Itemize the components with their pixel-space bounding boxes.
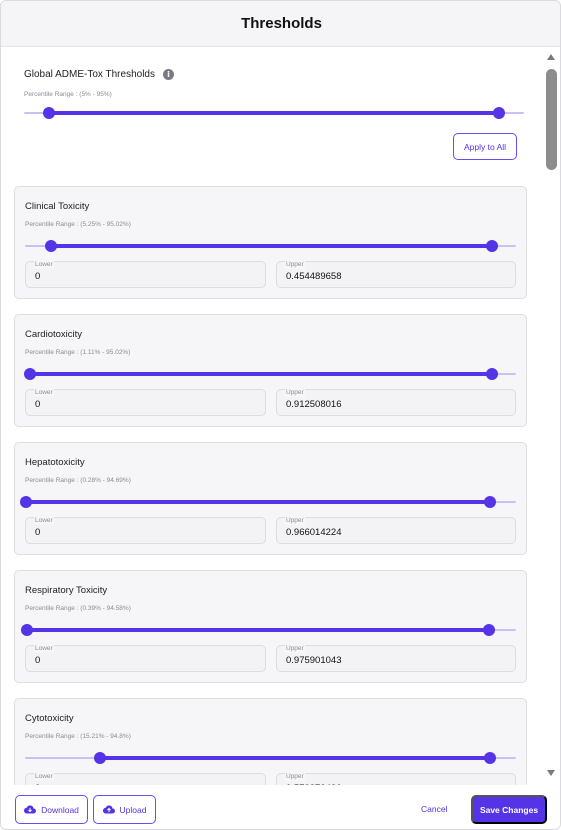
upper-field-label: Upper xyxy=(285,645,305,653)
save-changes-button[interactable]: Save Changes xyxy=(471,795,547,824)
info-icon[interactable]: i xyxy=(162,69,174,80)
slider-upper-thumb[interactable] xyxy=(486,240,498,252)
global-range-slider[interactable] xyxy=(24,106,524,120)
card-title: Hepatotoxicity xyxy=(25,457,85,468)
lower-field-label: Lower xyxy=(34,517,54,525)
upper-field-label: Upper xyxy=(285,389,305,397)
upper-value-field[interactable]: Upper 0.454489658 xyxy=(276,261,516,288)
lower-field-label: Lower xyxy=(34,261,54,269)
card-title: Respiratory Toxicity xyxy=(25,585,108,596)
upper-field-value: 0.454489658 xyxy=(286,271,342,282)
apply-to-all-button[interactable]: Apply to All xyxy=(453,133,517,160)
upper-field-label: Upper xyxy=(285,517,305,525)
cancel-button[interactable]: Cancel xyxy=(421,804,447,814)
modal-footer: Download Upload Cancel Save Changes xyxy=(1,785,560,829)
lower-field-value: 0 xyxy=(35,527,41,538)
card-range-slider[interactable] xyxy=(24,367,516,381)
global-thresholds-heading: Global ADME-Tox Thresholds i xyxy=(24,69,524,80)
global-thresholds-section: Global ADME-Tox Thresholds i Percentile … xyxy=(24,69,524,120)
card-percentile-range: Percentile Range : (0.39% - 94.58%) xyxy=(25,605,131,612)
upper-field-value: 0.966014224 xyxy=(286,527,342,538)
slider-track xyxy=(49,111,499,115)
slider-lower-thumb[interactable] xyxy=(43,107,55,119)
lower-field-label: Lower xyxy=(34,389,54,397)
download-label: Download xyxy=(41,804,79,815)
lower-field-value: 0 xyxy=(35,655,41,666)
scroll-down-arrow-icon[interactable] xyxy=(547,770,555,776)
lower-value-field[interactable]: Lower 0 xyxy=(25,773,266,785)
lower-field-label: Lower xyxy=(34,645,54,653)
upper-field-label: Upper xyxy=(285,261,305,269)
card-title: Cytotoxicity xyxy=(25,713,74,724)
slider-upper-thumb[interactable] xyxy=(484,496,496,508)
upper-value-field[interactable]: Upper 0.912508016 xyxy=(276,389,516,416)
thresholds-modal: Thresholds Global ADME-Tox Thresholds i … xyxy=(0,0,561,830)
slider-upper-thumb[interactable] xyxy=(483,624,495,636)
global-percentile-range: Percentile Range : (5% - 95%) xyxy=(24,91,112,98)
card-range-slider[interactable] xyxy=(20,495,516,509)
upper-field-value: 0.912508016 xyxy=(286,399,342,410)
lower-field-value: 0 xyxy=(35,399,41,410)
modal-header: Thresholds xyxy=(1,1,560,47)
card-percentile-range: Percentile Range : (0.28% - 94.69%) xyxy=(25,477,131,484)
modal-title: Thresholds xyxy=(241,15,322,32)
card-percentile-range: Percentile Range : (1.11% - 95.02%) xyxy=(25,349,131,356)
card-percentile-range: Percentile Range : (5.25% - 95.02%) xyxy=(25,221,131,228)
toxicity-card: Hepatotoxicity Percentile Range : (0.28%… xyxy=(14,442,527,555)
card-title: Clinical Toxicity xyxy=(25,201,90,212)
upper-field-label: Upper xyxy=(285,773,305,781)
card-percentile-range: Percentile Range : (15.21% - 94.8%) xyxy=(25,733,131,740)
global-thresholds-title: Global ADME-Tox Thresholds xyxy=(24,69,155,80)
lower-value-field[interactable]: Lower 0 xyxy=(25,261,266,288)
slider-upper-thumb[interactable] xyxy=(486,368,498,380)
lower-value-field[interactable]: Lower 0 xyxy=(25,389,266,416)
slider-track xyxy=(26,500,490,504)
slider-upper-thumb[interactable] xyxy=(484,752,496,764)
upper-value-field[interactable]: Upper 0.579873436 xyxy=(276,773,516,785)
upper-value-field[interactable]: Upper 0.975901043 xyxy=(276,645,516,672)
lower-field-label: Lower xyxy=(34,773,54,781)
thresholds-scroll-area[interactable]: Global ADME-Tox Thresholds i Percentile … xyxy=(1,47,545,785)
card-range-slider[interactable] xyxy=(25,751,516,765)
slider-track xyxy=(51,244,492,248)
toxicity-card: Cytotoxicity Percentile Range : (15.21% … xyxy=(14,698,527,785)
upload-button[interactable]: Upload xyxy=(93,795,156,824)
card-title: Cardiotoxicity xyxy=(25,329,83,340)
card-range-slider[interactable] xyxy=(21,623,516,637)
slider-lower-thumb[interactable] xyxy=(24,368,36,380)
lower-field-value: 0 xyxy=(35,271,41,282)
toxicity-card: Respiratory Toxicity Percentile Range : … xyxy=(14,570,527,683)
upper-value-field[interactable]: Upper 0.966014224 xyxy=(276,517,516,544)
slider-track xyxy=(100,756,490,760)
lower-value-field[interactable]: Lower 0 xyxy=(25,645,266,672)
slider-lower-thumb[interactable] xyxy=(21,624,33,636)
slider-upper-thumb[interactable] xyxy=(493,107,505,119)
toxicity-card: Clinical Toxicity Percentile Range : (5.… xyxy=(14,186,527,299)
slider-lower-thumb[interactable] xyxy=(20,496,32,508)
upload-label: Upload xyxy=(119,804,147,815)
toxicity-card: Cardiotoxicity Percentile Range : (1.11%… xyxy=(14,314,527,427)
upper-field-value: 0.975901043 xyxy=(286,655,342,666)
slider-track xyxy=(30,372,492,376)
cloud-download-icon xyxy=(24,805,37,814)
download-button[interactable]: Download xyxy=(15,795,88,824)
scrollbar-thumb[interactable] xyxy=(546,69,557,170)
lower-value-field[interactable]: Lower 0 xyxy=(25,517,266,544)
cloud-upload-icon xyxy=(102,805,115,814)
slider-lower-thumb[interactable] xyxy=(94,752,106,764)
slider-track xyxy=(27,628,489,632)
slider-lower-thumb[interactable] xyxy=(45,240,57,252)
scroll-up-arrow-icon[interactable] xyxy=(547,54,555,60)
card-range-slider[interactable] xyxy=(25,239,516,253)
